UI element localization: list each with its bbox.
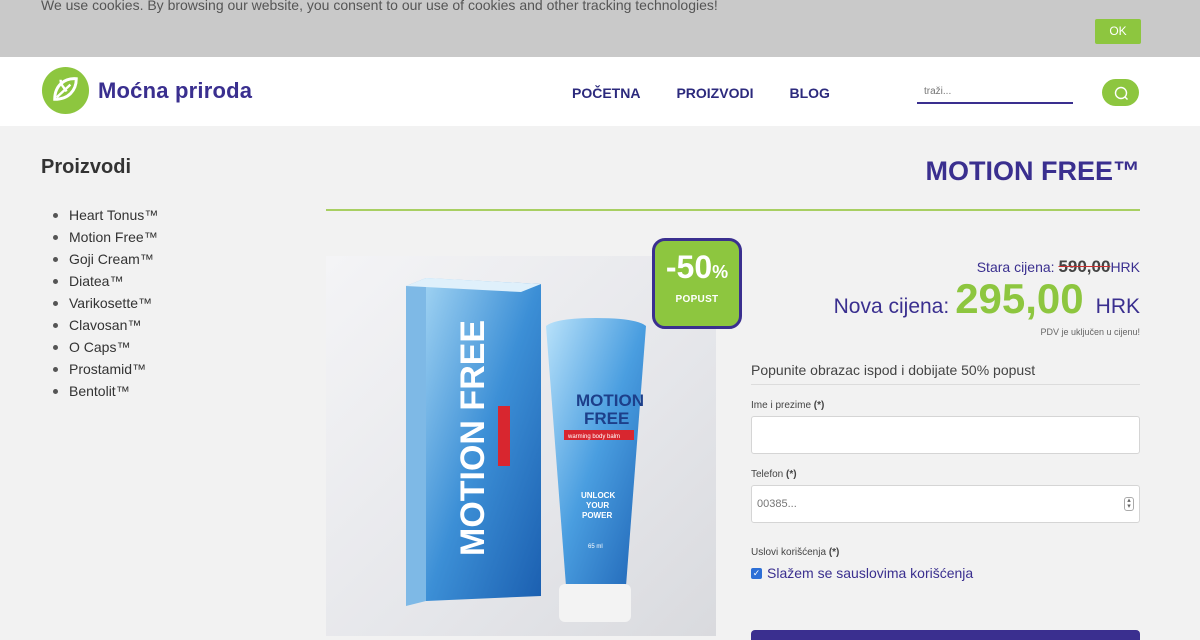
name-label: Ime i prezime (*) bbox=[751, 400, 824, 411]
main-nav: POČETNA PROIZVODI BLOG bbox=[572, 85, 830, 101]
new-price: Nova cijena: 295,00 HRK bbox=[834, 275, 1140, 323]
site-header: Moćna priroda POČETNA PROIZVODI BLOG bbox=[0, 57, 1200, 126]
leaf-logo-icon bbox=[41, 66, 90, 115]
box-brand-text: MOTION FREE bbox=[454, 320, 492, 556]
old-price: Stara cijena: 590,00HRK bbox=[977, 257, 1140, 277]
agree-checkbox[interactable]: ✓ bbox=[751, 567, 762, 579]
agree-text: Slažem se sa bbox=[767, 565, 852, 581]
sidebar-product-list: Heart Tonus™ Motion Free™ Goji Cream™ Di… bbox=[53, 204, 158, 402]
agree-row: ✓ Slažem se sa uslovima korišćenja bbox=[751, 565, 973, 581]
terms-label: Uslovi korišćenja (*) bbox=[751, 547, 839, 558]
tube-slogan-1: UNLOCK bbox=[581, 491, 615, 500]
phone-stepper[interactable]: ▴ ▾ bbox=[1124, 497, 1134, 511]
sidebar-item-bentolit[interactable]: Bentolit™ bbox=[53, 380, 158, 402]
logo-link[interactable]: Moćna priroda bbox=[41, 66, 252, 115]
required-mark: (*) bbox=[786, 469, 797, 480]
new-price-label: Nova cijena: bbox=[833, 295, 950, 318]
form-heading: Popunite obrazac ispod i dobijate 50% po… bbox=[751, 362, 1140, 385]
search-icon bbox=[1114, 86, 1128, 100]
sidebar-item-motion-free[interactable]: Motion Free™ bbox=[53, 226, 158, 248]
terms-link[interactable]: uslovima korišćenja bbox=[851, 565, 973, 581]
nav-blog[interactable]: BLOG bbox=[789, 85, 829, 101]
cookie-ok-button[interactable]: OK bbox=[1095, 19, 1141, 44]
old-price-currency: HRK bbox=[1110, 259, 1140, 275]
phone-label-text: Telefon bbox=[751, 469, 784, 480]
tube-volume: 65 ml bbox=[588, 544, 603, 550]
vat-note: PDV je uključen u cijenu! bbox=[1040, 327, 1140, 337]
sidebar-item-goji-cream[interactable]: Goji Cream™ bbox=[53, 248, 158, 270]
cookie-text: We use cookies. By browsing our website,… bbox=[41, 0, 718, 13]
sidebar-item-prostamid[interactable]: Prostamid™ bbox=[53, 358, 158, 380]
required-mark: (*) bbox=[813, 400, 825, 411]
old-price-label: Stara cijena: bbox=[976, 259, 1055, 275]
required-mark: (*) bbox=[828, 547, 840, 558]
search-button[interactable] bbox=[1102, 79, 1139, 106]
tube-slogan-3: POWER bbox=[582, 511, 612, 520]
old-price-value: 590,00 bbox=[1058, 257, 1111, 276]
tube-brand-2: FREE bbox=[584, 409, 629, 428]
phone-label: Telefon (*) bbox=[751, 469, 797, 480]
sidebar-title: Proizvodi bbox=[41, 156, 132, 178]
name-label-text: Ime i prezime bbox=[751, 400, 812, 411]
discount-badge: -50% POPUST bbox=[652, 238, 742, 329]
new-price-currency: HRK bbox=[1095, 295, 1140, 318]
nav-home[interactable]: POČETNA bbox=[572, 85, 640, 101]
tube-tagline: warming body balm bbox=[567, 434, 620, 440]
tube-slogan-2: YOUR bbox=[586, 501, 609, 510]
name-input[interactable] bbox=[751, 416, 1140, 454]
cookie-bar: We use cookies. By browsing our website,… bbox=[0, 0, 1200, 57]
nav-products[interactable]: PROIZVODI bbox=[676, 85, 753, 101]
discount-percent-sign: % bbox=[712, 262, 729, 282]
logo-text: Moćna priroda bbox=[98, 77, 253, 103]
sidebar-item-heart-tonus[interactable]: Heart Tonus™ bbox=[53, 204, 158, 226]
search-input[interactable] bbox=[917, 80, 1073, 104]
discount-label: POPUST bbox=[675, 294, 719, 305]
product-title: MOTION FREE™ bbox=[925, 156, 1141, 186]
sidebar-item-diatea[interactable]: Diatea™ bbox=[53, 270, 158, 292]
sidebar-item-varikosette[interactable]: Varikosette™ bbox=[53, 292, 158, 314]
terms-label-text: Uslovi korišćenja bbox=[751, 547, 827, 558]
submit-button[interactable] bbox=[751, 630, 1140, 640]
sidebar-item-clavosan[interactable]: Clavosan™ bbox=[53, 314, 158, 336]
new-price-value: 295,00 bbox=[955, 275, 1084, 322]
discount-percent: -50 bbox=[665, 249, 713, 285]
title-divider bbox=[326, 209, 1140, 211]
phone-input[interactable] bbox=[751, 485, 1140, 523]
tube-brand-1: MOTION bbox=[576, 391, 644, 410]
sidebar-item-o-caps[interactable]: O Caps™ bbox=[53, 336, 158, 358]
